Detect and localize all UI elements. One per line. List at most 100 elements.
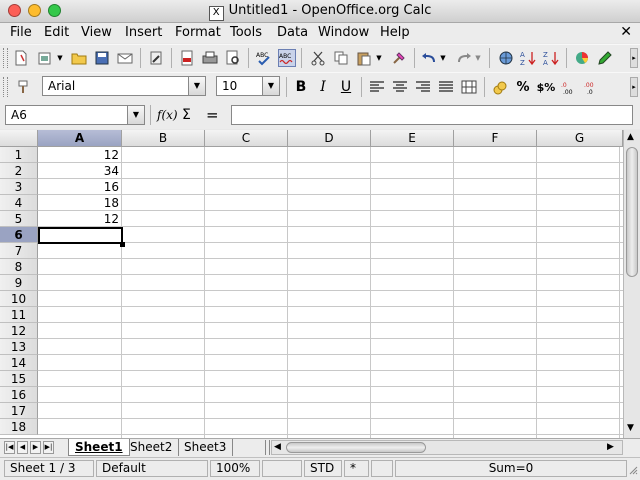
column-header-e[interactable]: E [371,130,454,147]
formula-input[interactable] [231,105,633,125]
row-header-13[interactable]: 13 [0,339,38,355]
align-left-icon[interactable] [368,78,386,96]
copy-icon[interactable] [332,49,350,67]
menu-view[interactable]: View [81,25,112,40]
open-folder-icon[interactable] [70,49,88,67]
menu-help[interactable]: Help [380,25,410,40]
row-header-15[interactable]: 15 [0,371,38,387]
row-header-8[interactable]: 8 [0,259,38,275]
bold-button[interactable]: B [292,78,310,96]
cell-a3[interactable]: 16 [40,179,119,195]
currency-format-icon[interactable] [491,78,509,96]
undo-dropdown-icon[interactable]: ▼ [439,49,447,67]
scroll-down-icon[interactable]: ▼ [627,423,634,433]
vertical-scroll-thumb[interactable] [626,147,638,277]
row-header-17[interactable]: 17 [0,403,38,419]
font-name-combo[interactable]: Arial ▼ [42,76,206,96]
menu-window[interactable]: Window [318,25,369,40]
sheet-tab-sheet2[interactable]: Sheet2 [124,439,180,456]
sheet-tab-sheet3[interactable]: Sheet3 [178,439,234,456]
cell-cursor-a6[interactable] [38,227,123,244]
row-header-7[interactable]: 7 [0,243,38,259]
sort-ascending-icon[interactable]: AZ [519,49,537,67]
cell-a1[interactable]: 12 [40,147,119,163]
menu-file[interactable]: File [10,25,32,40]
row-header-18[interactable]: 18 [0,419,38,435]
hyperlink-icon[interactable] [497,49,515,67]
status-page-style[interactable]: Default [96,460,208,477]
templates-icon[interactable] [36,49,54,67]
first-sheet-icon[interactable]: |◀ [4,441,15,454]
sum-icon[interactable]: Σ [182,107,191,123]
column-header-b[interactable]: B [122,130,205,147]
row-header-12[interactable]: 12 [0,323,38,339]
scroll-left-icon[interactable]: ◀ [274,442,281,452]
column-header-d[interactable]: D [288,130,371,147]
percent-format-icon[interactable]: % [514,78,532,96]
cell-a2[interactable]: 34 [40,163,119,179]
show-draw-functions-icon[interactable] [596,49,614,67]
paste-icon[interactable] [355,49,373,67]
vertical-scrollbar[interactable]: ▲ ▼ [623,130,640,438]
autofill-handle[interactable] [120,242,125,247]
column-header-c[interactable]: C [205,130,288,147]
chart-icon[interactable] [573,49,591,67]
spellcheck-icon[interactable]: ABC [255,49,273,67]
row-header-9[interactable]: 9 [0,275,38,291]
tab-splitter[interactable] [265,440,270,455]
autospellcheck-icon[interactable]: ABC [278,49,296,67]
templates-dropdown-icon[interactable]: ▼ [56,49,64,67]
sort-descending-icon[interactable]: ZA [542,49,560,67]
menu-edit[interactable]: Edit [44,25,69,40]
redo-dropdown-icon[interactable]: ▼ [474,49,482,67]
function-equals-icon[interactable]: = [206,106,219,124]
menu-insert[interactable]: Insert [125,25,162,40]
resize-grip-icon[interactable] [629,463,638,475]
cell-a4[interactable]: 18 [40,195,119,211]
export-pdf-icon[interactable] [178,49,196,67]
justify-icon[interactable] [437,78,455,96]
column-header-a[interactable]: A [38,130,122,147]
previous-sheet-icon[interactable]: ◀ [17,441,28,454]
row-header-11[interactable]: 11 [0,307,38,323]
next-sheet-icon[interactable]: ▶ [30,441,41,454]
toolbar-grip[interactable] [3,77,8,97]
select-all-corner[interactable] [0,130,38,147]
column-header-g[interactable]: G [537,130,623,147]
status-zoom[interactable]: 100% [210,460,260,477]
chevron-down-icon[interactable]: ▼ [262,77,279,95]
merge-cells-icon[interactable] [460,78,478,96]
last-sheet-icon[interactable]: ▶| [43,441,54,454]
horizontal-scroll-thumb[interactable] [286,442,426,453]
row-header-3[interactable]: 3 [0,179,38,195]
horizontal-scrollbar[interactable]: ◀ ▶ [271,440,623,455]
toolbar-expand-icon[interactable]: ▸ [630,48,638,68]
toolbar-grip[interactable] [3,48,8,68]
row-header-16[interactable]: 16 [0,387,38,403]
spreadsheet-grid[interactable]: A B C D E F G 1 2 3 4 5 6 7 8 9 10 11 12 13 14 15 16 17 1… [0,130,623,438]
status-selection-mode[interactable]: STD [304,460,342,477]
sheet-tab-sheet1[interactable]: Sheet1 [68,439,130,456]
chevron-down-icon[interactable]: ▼ [188,77,205,95]
toolbar-expand-icon[interactable]: ▸ [630,77,638,97]
menu-tools[interactable]: Tools [230,25,262,40]
delete-decimal-icon[interactable]: .00.0 [583,78,601,96]
scroll-up-icon[interactable]: ▲ [627,132,634,142]
row-header-5[interactable]: 5 [0,211,38,227]
print-icon[interactable] [201,49,219,67]
align-right-icon[interactable] [414,78,432,96]
row-header-10[interactable]: 10 [0,291,38,307]
underline-button[interactable]: U [337,78,355,96]
font-size-combo[interactable]: 10 ▼ [216,76,280,96]
cell-a5[interactable]: 12 [40,211,119,227]
add-decimal-icon[interactable]: .0.00 [560,78,578,96]
align-center-icon[interactable] [391,78,409,96]
edit-file-icon[interactable] [147,49,165,67]
row-header-6[interactable]: 6 [0,227,38,243]
row-header-1[interactable]: 1 [0,147,38,163]
styles-formatting-icon[interactable] [14,78,32,96]
email-document-icon[interactable] [116,49,134,67]
page-preview-icon[interactable] [224,49,242,67]
close-document-icon[interactable]: ✕ [620,24,632,40]
menu-data[interactable]: Data [277,25,308,40]
